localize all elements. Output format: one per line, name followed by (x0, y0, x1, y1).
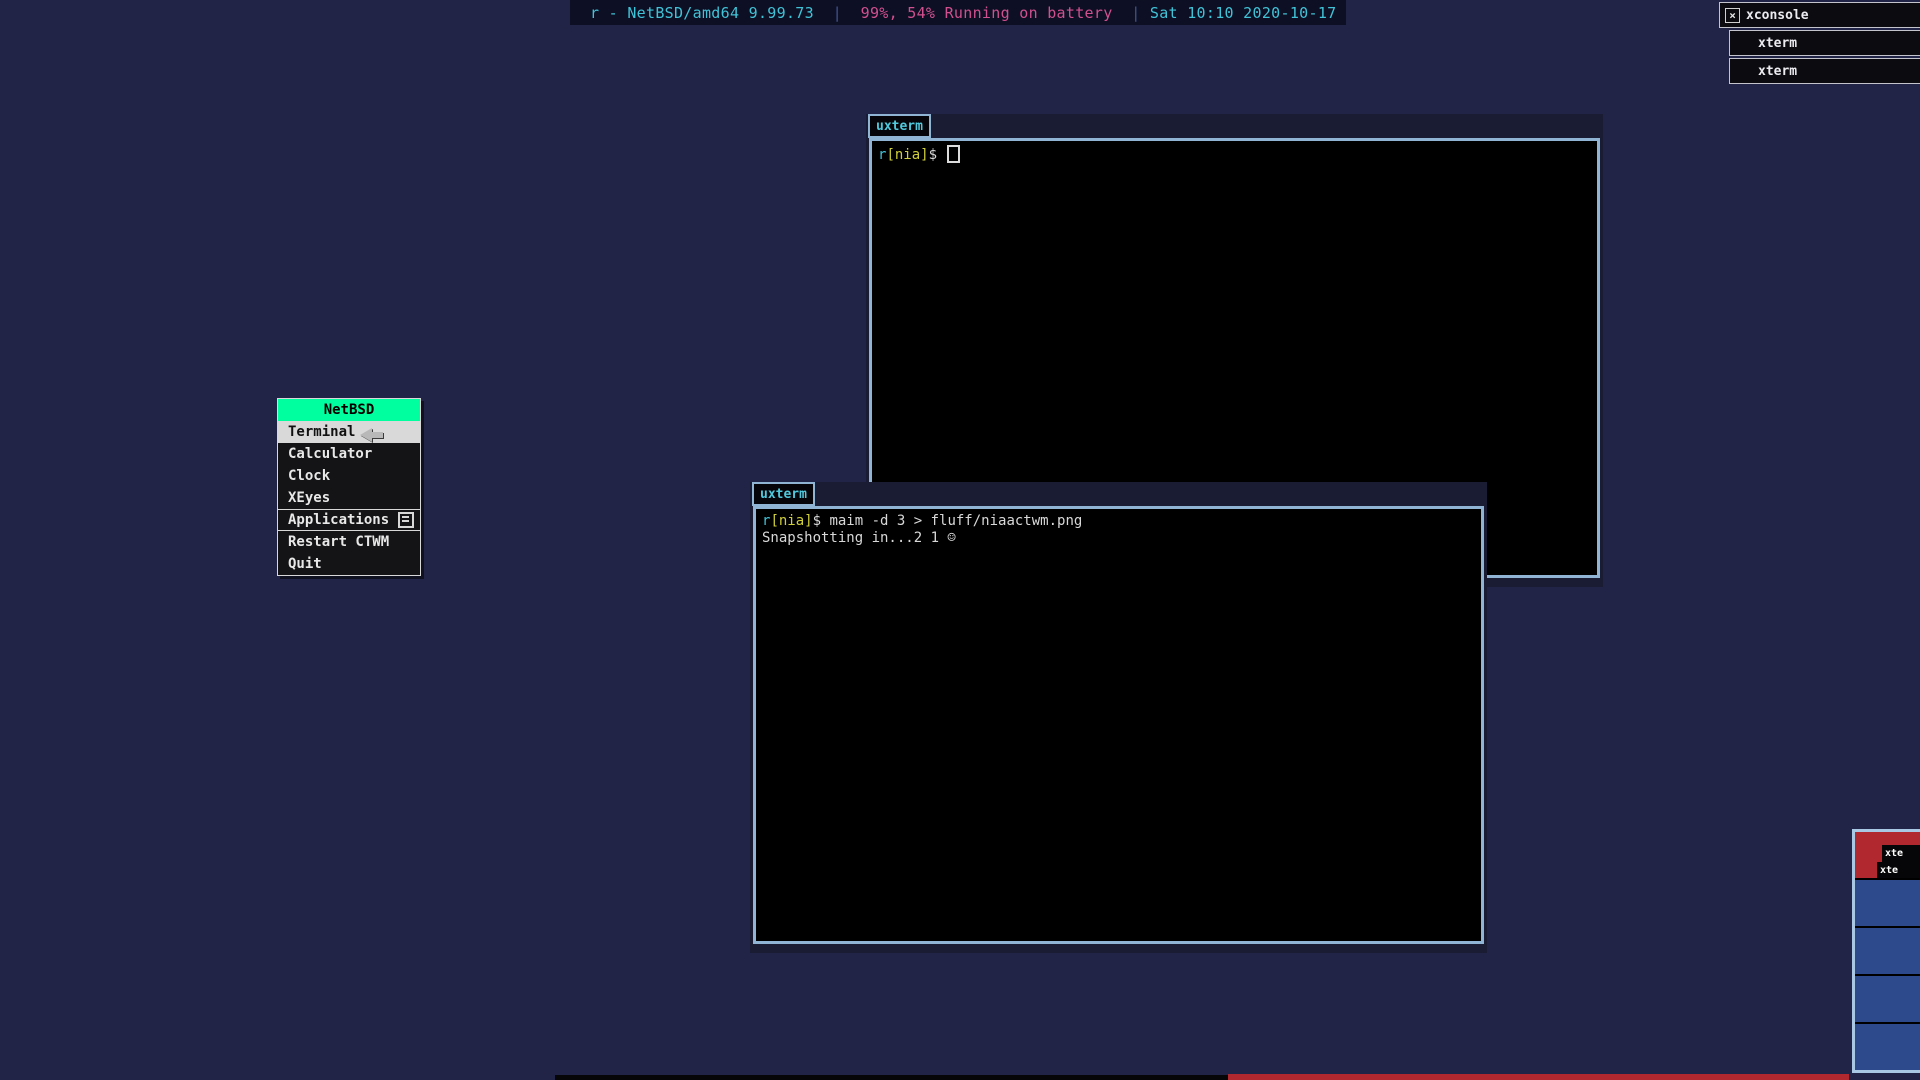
window-title-tab[interactable]: uxterm (752, 482, 815, 506)
status-segment: 99%, 54% Running on battery (861, 4, 1113, 22)
terminal-line: r[nia]$ (878, 145, 1591, 164)
menu-item-terminal[interactable]: Terminal (278, 421, 420, 443)
menu-items: Terminal Calculator Clock XEyes Applications… (278, 421, 420, 575)
terminal-line: Snapshotting in...2 1 ☺ (762, 530, 1475, 547)
status-bar: r - NetBSD/amd64 9.99.73 | 99%, 54% Runn… (570, 0, 1346, 25)
status-segment: | (814, 4, 861, 22)
window-title-tab[interactable]: uxterm (868, 114, 931, 138)
icon-manager-entry-xterm[interactable]: xterm (1729, 58, 1920, 84)
terminal-text: $ (929, 147, 946, 163)
icon-manager: × xconsole xterm xterm (1719, 2, 1920, 86)
menu-item-label: Quit (288, 556, 322, 572)
menu-item-xeyes[interactable]: XEyes (278, 487, 420, 509)
status-segment: r - NetBSD/amd64 9.99.73 (590, 4, 814, 22)
terminal-line: r[nia]$ maim -d 3 > fluff/niaactwm.png (762, 513, 1475, 530)
menu-item-restart-ctwm[interactable]: Restart CTWM (278, 531, 420, 553)
window-title-strip[interactable] (750, 482, 1487, 484)
terminal-text: $ maim -d 3 > fluff/niaactwm.png (813, 513, 1083, 529)
terminal-text: Snapshotting in...2 1 ☺ (762, 530, 956, 546)
submenu-icon (398, 512, 414, 528)
menu-item-label: Applications (288, 512, 389, 528)
netbsd-menu: NetBSD Terminal Calculator Clock XEyes Appli… (277, 398, 421, 576)
workspace-cell-1[interactable]: xtexte (1855, 832, 1920, 880)
window-uxterm-2[interactable]: uxterm r[nia]$ maim -d 3 > fluff/niaactw… (750, 482, 1487, 953)
window-title: uxterm (876, 119, 923, 134)
menu-item-label: Terminal (288, 424, 355, 440)
workspace-cell-5[interactable] (1855, 1024, 1920, 1070)
window-title: uxterm (760, 487, 807, 502)
pager-window[interactable]: xte (1882, 845, 1920, 862)
icon-manager-label: xterm (1758, 36, 1797, 51)
menu-title: NetBSD (278, 399, 420, 421)
menu-item-label: XEyes (288, 490, 330, 506)
status-segment: | (1113, 4, 1150, 22)
terminal-cursor (947, 145, 960, 163)
offscreen-window-edge-black[interactable] (555, 1075, 1228, 1080)
menu-item-calculator[interactable]: Calculator (278, 443, 420, 465)
window-title-strip[interactable] (866, 114, 1603, 116)
workspace-cell-3[interactable] (1855, 928, 1920, 976)
cursor-arrow-shaft (372, 432, 383, 438)
menu-item-quit[interactable]: Quit (278, 553, 420, 575)
offscreen-window-edge-red[interactable] (1228, 1074, 1849, 1080)
terminal-text: [nia] (770, 513, 812, 529)
workspace-pager[interactable]: xtexte (1852, 829, 1920, 1073)
workspace-cell-4[interactable] (1855, 976, 1920, 1024)
menu-item-label: Clock (288, 468, 330, 484)
status-segment: Sat 10:10 2020-10-17 (1150, 4, 1337, 22)
cursor-arrow-head (360, 428, 372, 442)
icon-manager-entry-xconsole[interactable]: × xconsole (1719, 2, 1920, 28)
icon-manager-label: xconsole (1746, 8, 1809, 23)
menu-item-label: Restart CTWM (288, 534, 389, 550)
icon-manager-entry-xterm[interactable]: xterm (1729, 30, 1920, 56)
menu-item-label: Calculator (288, 446, 372, 462)
icon-manager-label: xterm (1758, 64, 1797, 79)
pager-window[interactable]: xte (1877, 862, 1920, 879)
terminal-content[interactable]: r[nia]$ maim -d 3 > fluff/niaactwm.pngSn… (753, 506, 1484, 944)
terminal-text: [nia] (886, 147, 928, 163)
menu-item-clock[interactable]: Clock (278, 465, 420, 487)
mouse-cursor-icon (360, 428, 383, 442)
workspace-cell-2[interactable] (1855, 880, 1920, 928)
iconified-icon: × (1725, 8, 1740, 23)
menu-item-applications[interactable]: Applications (278, 509, 420, 531)
